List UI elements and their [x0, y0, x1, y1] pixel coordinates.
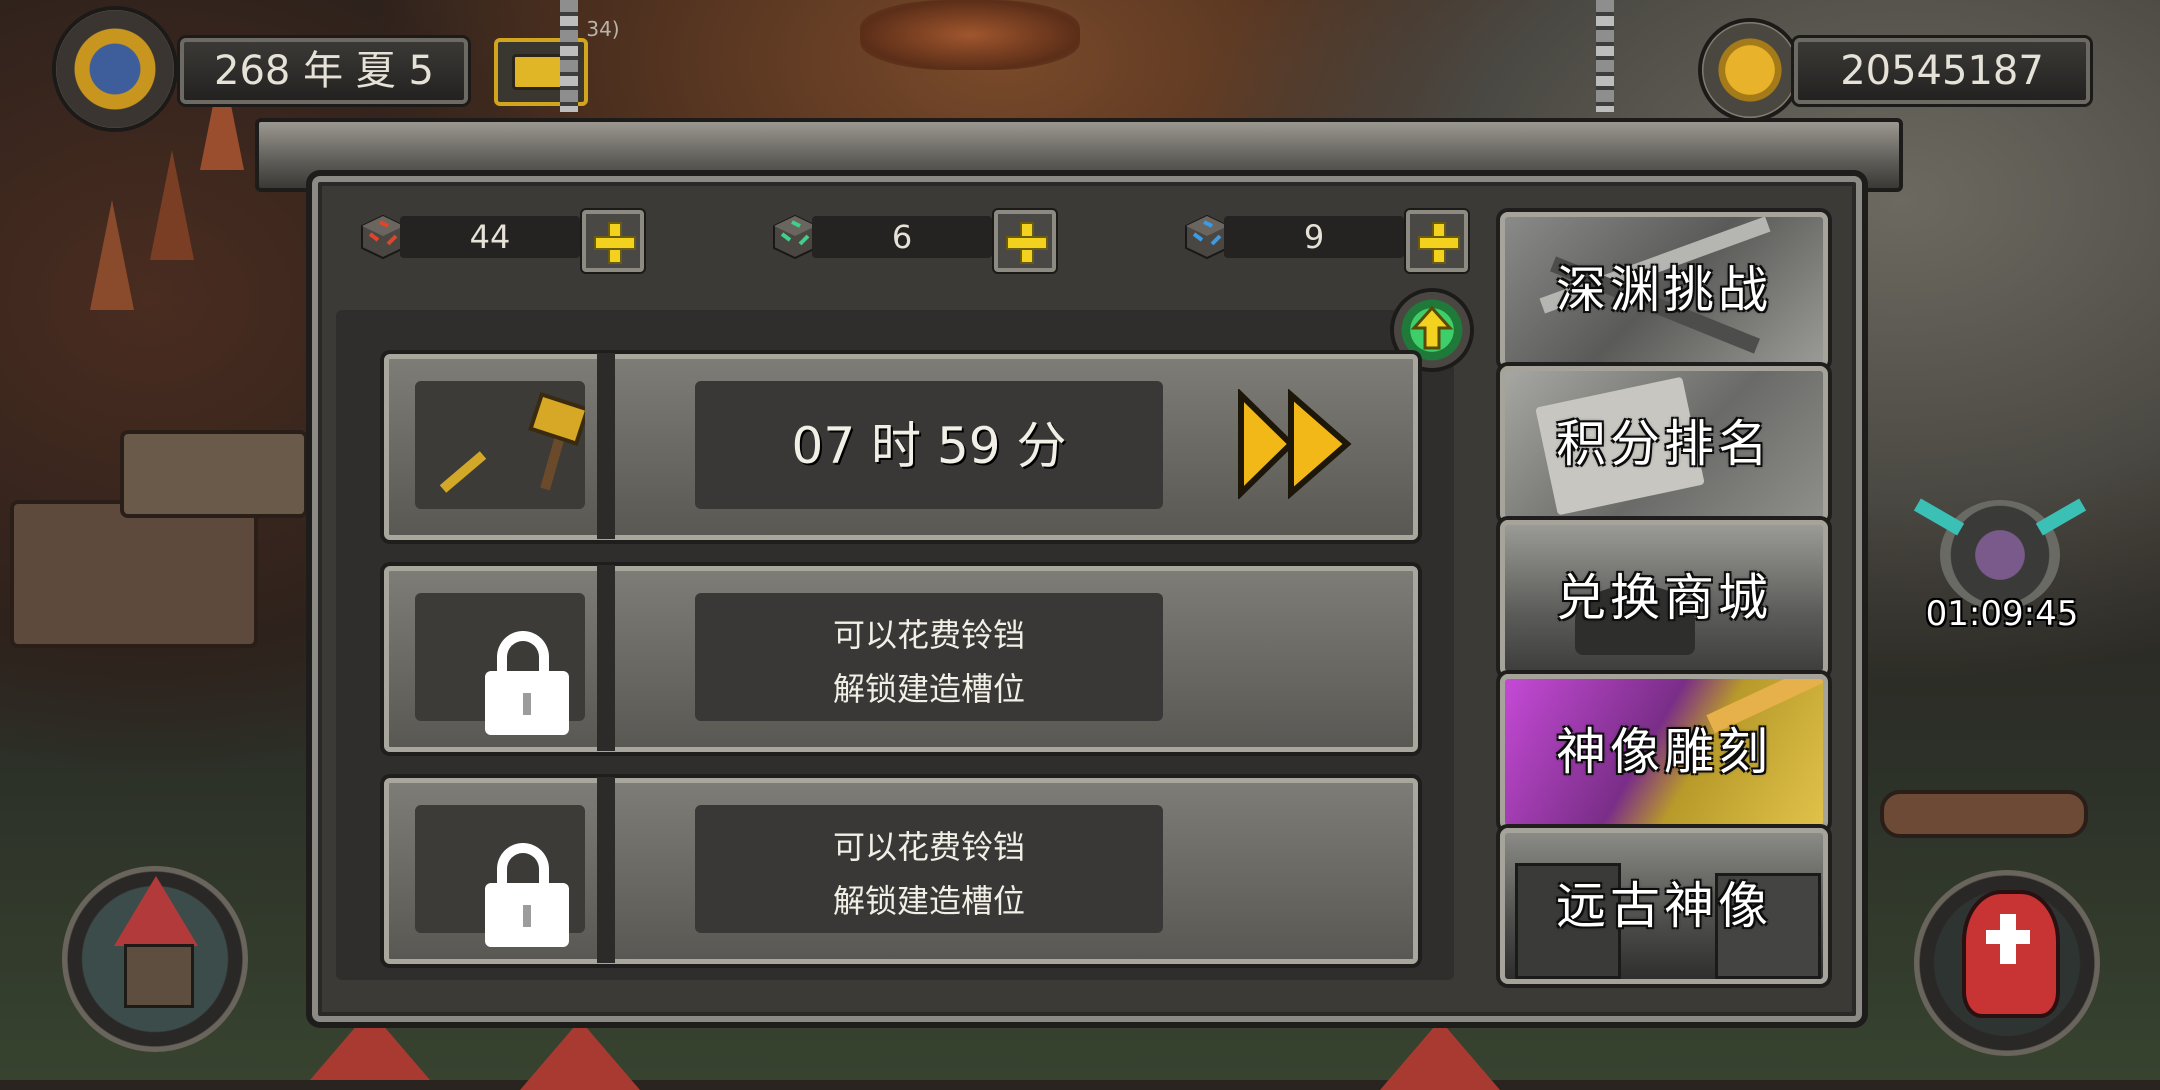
- hanging-chain: [1596, 0, 1614, 112]
- lock-icon: [485, 631, 569, 735]
- season-moon-icon[interactable]: [56, 10, 174, 128]
- build-slot-active[interactable]: 07 时 59 分: [384, 353, 1418, 540]
- exchange-shop-button[interactable]: 兑换商城: [1500, 520, 1828, 676]
- tent-building: [120, 430, 308, 518]
- currency-count: 6: [891, 218, 913, 256]
- tent-building: [10, 500, 258, 648]
- gold-coin-icon: [1702, 22, 1798, 118]
- currency-blue: 9: [1184, 210, 1468, 272]
- event-timer: 01:09:45: [1925, 594, 2079, 634]
- button-label: 兑换商城: [1556, 569, 1772, 627]
- build-slot-locked[interactable]: 可以花费铃铛 解锁建造槽位: [384, 565, 1418, 752]
- house-body: [124, 944, 194, 1008]
- hammer-icon: [439, 391, 590, 493]
- slot-divider: [597, 565, 615, 751]
- button-label: 积分排名: [1556, 415, 1772, 473]
- points-ranking-button[interactable]: 积分排名: [1500, 366, 1828, 522]
- knight-helmet-icon: [1962, 890, 2060, 1018]
- gold-amount: 20545187: [1840, 48, 2044, 94]
- dragon-sprite: [860, 0, 1080, 70]
- hanging-chain: [560, 0, 578, 112]
- slot-timer: 07 时 59 分: [791, 417, 1067, 475]
- add-red-button[interactable]: [582, 210, 644, 272]
- slot-divider: [597, 353, 615, 539]
- ancient-statue-button[interactable]: 远古神像: [1500, 828, 1828, 984]
- slot-item-frame: [415, 593, 585, 735]
- knight-button[interactable]: [1914, 870, 2100, 1056]
- slot-divider: [597, 777, 615, 963]
- currency-red: 44: [360, 210, 644, 272]
- button-label: 神像雕刻: [1556, 723, 1772, 781]
- currency-count: 44: [469, 218, 511, 256]
- unlock-text-line2: 解锁建造槽位: [832, 670, 1025, 708]
- tiny-label: 34): [586, 17, 620, 41]
- add-green-button[interactable]: [994, 210, 1056, 272]
- log-bridge: [1880, 790, 2088, 838]
- currency-count: 9: [1303, 218, 1325, 256]
- rock-spike: [150, 150, 194, 260]
- add-blue-button[interactable]: [1406, 210, 1468, 272]
- rock-spike: [90, 200, 134, 310]
- gold-display: 20545187: [1794, 38, 2090, 104]
- lock-icon: [485, 843, 569, 947]
- date-text: 268 年 夏 5: [214, 48, 434, 94]
- statue-carving-button[interactable]: 神像雕刻: [1500, 674, 1828, 830]
- date-display: 268 年 夏 5: [180, 38, 468, 104]
- abyss-challenge-button[interactable]: 深渊挑战: [1500, 212, 1828, 368]
- button-label: 远古神像: [1556, 877, 1772, 935]
- build-slot-locked[interactable]: 可以花费铃铛 解锁建造槽位: [384, 777, 1418, 964]
- unlock-text-line1: 可以花费铃铛: [832, 616, 1025, 654]
- house-icon: [114, 876, 198, 946]
- unlock-text-line1: 可以花费铃铛: [832, 828, 1025, 866]
- unlock-text-line2: 解锁建造槽位: [832, 882, 1025, 920]
- currency-green: 6: [772, 210, 1056, 272]
- button-label: 深渊挑战: [1556, 261, 1772, 319]
- speed-up-icon[interactable]: [1235, 389, 1355, 499]
- slot-item-frame: [415, 805, 585, 947]
- slot-item-frame: [415, 381, 590, 509]
- town-button[interactable]: [62, 866, 248, 1052]
